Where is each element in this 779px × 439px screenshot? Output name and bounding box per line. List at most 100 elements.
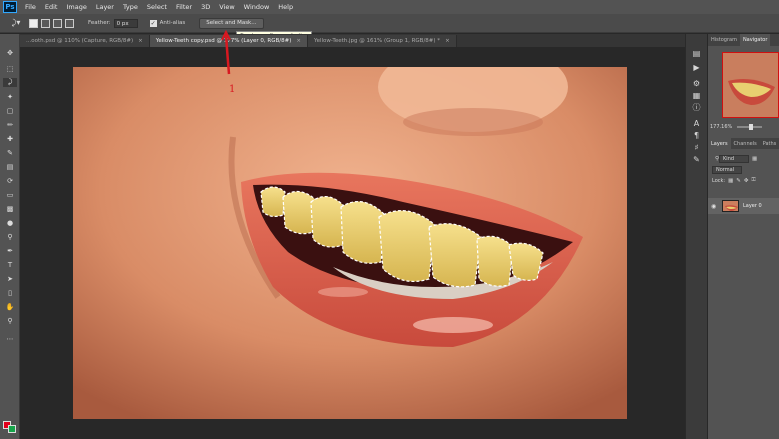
navigator-thumbnail[interactable]	[722, 52, 779, 118]
photoshop-logo: Ps	[3, 1, 17, 13]
blur-icon[interactable]: ●	[3, 218, 17, 227]
filter-icon[interactable]: ▦	[752, 156, 757, 162]
blend-mode-dropdown[interactable]: Normal	[712, 165, 742, 174]
zoom-value[interactable]: 177.16%	[710, 124, 732, 130]
annotation-number: 1	[229, 84, 236, 95]
menu-bar: Ps File Edit Image Layer Type Select Fil…	[0, 0, 779, 14]
eyedropper-icon[interactable]: ✏	[3, 120, 17, 129]
tab-histogram[interactable]: Histogram	[708, 34, 740, 46]
move-icon[interactable]: ✥	[3, 48, 17, 57]
antialias-label: Anti-alias	[159, 20, 186, 26]
select-and-mask-button[interactable]: Select and Mask...	[199, 17, 264, 29]
glyphs-icon[interactable]: ♯	[691, 142, 702, 152]
layer-thumbnail	[722, 200, 739, 212]
tab-label: Yellow-Teeth.jpg @ 161% (Group 1, RGB/8#…	[313, 38, 441, 44]
canvas-area[interactable]	[20, 47, 685, 439]
brush-icon[interactable]: ✎	[3, 148, 17, 157]
hand-icon[interactable]: ✋	[3, 302, 17, 311]
tab-layers[interactable]: Layers	[708, 138, 731, 149]
lock-row: Lock: ▦ ✎ ✥ ⚿	[708, 175, 779, 186]
close-icon[interactable]: ×	[138, 38, 143, 44]
paragraph-icon[interactable]: ¶	[691, 130, 702, 140]
menu-image[interactable]: Image	[66, 3, 86, 11]
tab-navigator[interactable]: Navigator	[739, 34, 771, 46]
lock-pixels-icon[interactable]: ▦	[728, 178, 733, 184]
layers-tabs: Layers Channels Paths	[708, 138, 779, 149]
panel-icon-strip: ▤ ▶ ⚙ ▦ ⓘ A ¶ ♯ ✎	[685, 34, 707, 439]
dodge-icon[interactable]: ⚲	[3, 232, 17, 241]
lasso-tool-preset-icon[interactable]: ⤸▾	[6, 17, 26, 30]
eraser-icon[interactable]: ▭	[3, 190, 17, 199]
play-icon[interactable]: ▶	[691, 62, 702, 72]
properties-icon[interactable]: ▦	[691, 90, 702, 100]
menu-3d[interactable]: 3D	[201, 3, 210, 11]
layer-row[interactable]: ◉ Layer 0	[708, 198, 779, 214]
menu-file[interactable]: File	[25, 3, 36, 11]
eye-icon[interactable]: ◉	[711, 203, 719, 210]
document-image[interactable]	[73, 67, 627, 419]
options-bar: ⤸▾ Feather: 0 px ✓ Anti-alias Select and…	[0, 14, 779, 33]
lasso-icon[interactable]: ⤸	[3, 78, 17, 87]
zoom-row: 177.16%	[710, 122, 779, 131]
tab-paths[interactable]: Paths	[760, 138, 779, 149]
close-icon[interactable]: ×	[445, 38, 450, 44]
zoom-slider[interactable]	[737, 123, 763, 130]
tab-channels[interactable]: Channels	[731, 138, 760, 149]
adjust-icon[interactable]: ⚙	[691, 78, 702, 88]
healing-icon[interactable]: ✚	[3, 134, 17, 143]
feather-label: Feather:	[88, 20, 111, 26]
navigator-tabs: Histogram Navigator	[708, 34, 779, 46]
lock-label: Lock:	[712, 177, 726, 184]
red-arrow-annotation: 1	[221, 29, 261, 100]
zoom-icon[interactable]: ⚲	[3, 316, 17, 325]
arrow-up-icon	[221, 29, 231, 75]
navigator-preview	[723, 53, 778, 117]
teeth-photo	[73, 67, 627, 419]
info-icon[interactable]: ⓘ	[691, 102, 702, 112]
brushes-icon[interactable]: ✎	[691, 154, 702, 164]
layers-panel: Layers Channels Paths ⚲ Kind ▦ Normal Lo…	[708, 138, 779, 439]
menu-type[interactable]: Type	[123, 3, 138, 11]
tab-document-1[interactable]: ...ooth.psd @ 110% (Capture, RGB/8#) ×	[20, 35, 150, 47]
antialias-checkbox[interactable]: ✓	[149, 19, 157, 27]
background-color-swatch[interactable]	[8, 425, 16, 433]
tools-panel: ✥ ⬚ ⤸ ✦ ▢ ✏ ✚ ✎ ▤ ⟳ ▭ ▩ ● ⚲ ✒ T ➤ ▯ ✋ ⚲ …	[0, 34, 20, 439]
menu-help[interactable]: Help	[278, 3, 293, 11]
crop-icon[interactable]: ▢	[3, 106, 17, 115]
menu-view[interactable]: View	[219, 3, 234, 11]
menu-layer[interactable]: Layer	[96, 3, 114, 11]
layer-filter-row: ⚲ Kind ▦	[708, 153, 779, 164]
add-selection-icon[interactable]	[41, 18, 50, 28]
zoom-knob[interactable]	[749, 123, 754, 130]
layer-name[interactable]: Layer 0	[743, 203, 762, 209]
right-panel: Histogram Navigator 177.16% Layers Chann…	[708, 34, 779, 439]
pen-icon[interactable]: ✒	[3, 246, 17, 255]
menu-filter[interactable]: Filter	[176, 3, 192, 11]
stamp-icon[interactable]: ▤	[3, 162, 17, 171]
character-icon[interactable]: A	[691, 118, 702, 128]
kind-dropdown[interactable]: Kind	[719, 154, 750, 163]
intersect-selection-icon[interactable]	[65, 18, 74, 28]
lock-move-icon[interactable]: ✥	[744, 178, 749, 184]
quick-select-icon[interactable]: ✦	[3, 92, 17, 101]
menu-edit[interactable]: Edit	[45, 3, 58, 11]
tab-label: ...ooth.psd @ 110% (Capture, RGB/8#)	[26, 38, 134, 44]
more-tools-icon[interactable]: ⋯	[3, 334, 17, 343]
feather-input[interactable]: 0 px	[113, 18, 138, 28]
path-select-icon[interactable]: ➤	[3, 274, 17, 283]
marquee-icon[interactable]: ⬚	[3, 64, 17, 73]
subtract-selection-icon[interactable]	[53, 18, 62, 28]
lock-paint-icon[interactable]: ✎	[736, 178, 741, 184]
document-tab-bar: ...ooth.psd @ 110% (Capture, RGB/8#) × Y…	[20, 34, 685, 47]
tab-document-3[interactable]: Yellow-Teeth.jpg @ 161% (Group 1, RGB/8#…	[307, 35, 457, 47]
history-icon[interactable]: ▤	[691, 48, 702, 58]
shape-icon[interactable]: ▯	[3, 288, 17, 297]
new-selection-icon[interactable]	[29, 18, 38, 28]
gradient-icon[interactable]: ▩	[3, 204, 17, 213]
history-brush-icon[interactable]: ⟳	[3, 176, 17, 185]
lock-all-icon[interactable]: ⚿	[752, 177, 756, 184]
menu-window[interactable]: Window	[244, 3, 270, 11]
close-icon[interactable]: ×	[296, 38, 301, 44]
menu-select[interactable]: Select	[147, 3, 167, 11]
type-icon[interactable]: T	[3, 260, 17, 269]
